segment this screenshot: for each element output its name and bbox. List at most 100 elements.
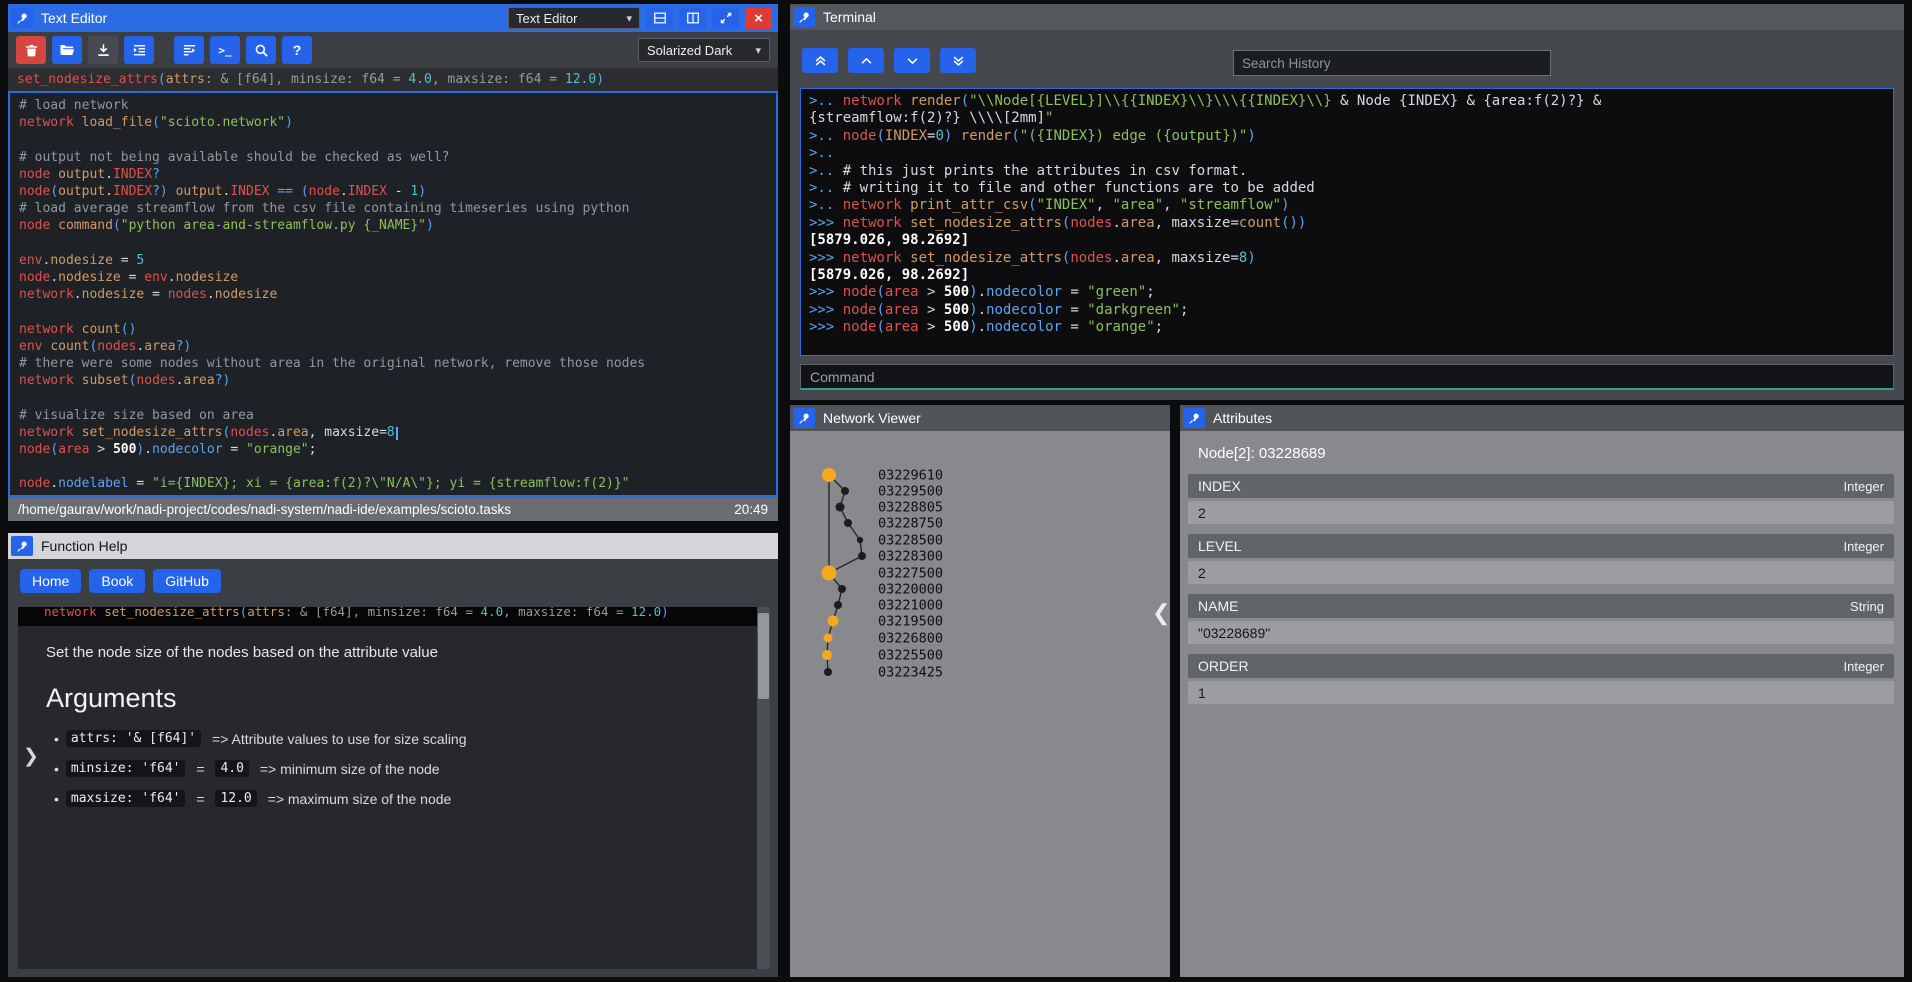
format-button[interactable] (174, 36, 204, 64)
network-node[interactable] (841, 487, 849, 495)
text-cursor (396, 427, 398, 440)
network-node[interactable] (858, 552, 866, 560)
attribute-value: "03228689" (1188, 621, 1894, 644)
help-collapse-button[interactable]: ❯ (23, 745, 39, 768)
search-history-input[interactable] (1233, 50, 1551, 76)
maximize-button[interactable] (712, 8, 739, 29)
network-node-label: 03229500 (878, 484, 943, 500)
editor-code[interactable]: # load networknetwork load_file("scioto.… (8, 91, 778, 497)
network-node[interactable] (824, 668, 832, 676)
help-nav: Home Book GitHub (8, 559, 778, 603)
search-button[interactable] (246, 36, 276, 64)
code-line: # load network (19, 97, 767, 114)
network-node[interactable] (834, 601, 842, 609)
scroll-top-button[interactable] (802, 48, 838, 73)
code-line (19, 303, 767, 320)
github-button[interactable]: GitHub (153, 569, 221, 593)
pin-button[interactable] (11, 8, 33, 28)
attribute-type: String (1850, 599, 1884, 614)
double-chevron-down-icon (951, 54, 966, 68)
network-node[interactable] (824, 634, 833, 643)
panel-title: Terminal (823, 9, 876, 25)
arg-description: => Attribute values to use for size scal… (208, 731, 466, 747)
network-node-label: 03223425 (878, 665, 943, 681)
help-button[interactable]: ? (282, 36, 312, 64)
terminal-line: >.. # this just prints the attributes in… (809, 163, 1885, 180)
code-line (19, 389, 767, 406)
scroll-bottom-button[interactable] (940, 48, 976, 73)
help-arg-item: •minsize: 'f64' = 4.0 => minimum size of… (54, 760, 770, 777)
collapse-attributes-button[interactable]: ❮ (1152, 600, 1170, 626)
window-select-value: Text Editor (516, 11, 577, 26)
attribute-name: INDEX (1198, 478, 1241, 494)
network-node[interactable] (838, 585, 846, 593)
scrollbar-thumb[interactable] (758, 613, 769, 699)
chevron-down-icon: ▾ (755, 44, 761, 57)
attribute-name-row: LEVELInteger (1188, 534, 1894, 558)
arg-code-chip: 12.0 (215, 790, 256, 807)
home-button[interactable]: Home (20, 569, 81, 593)
scroll-down-button[interactable] (894, 48, 930, 73)
delete-button[interactable] (16, 36, 46, 64)
bullet-icon: • (54, 791, 59, 807)
network-node[interactable] (844, 519, 852, 527)
arg-code-chip: attrs: '& [f64]' (66, 730, 201, 747)
chevron-down-icon: ▾ (626, 12, 632, 25)
scroll-up-button[interactable] (848, 48, 884, 73)
terminal-output[interactable]: >.. network render("\\Node[{LEVEL}]\\{{I… (800, 88, 1894, 356)
pin-button[interactable] (793, 7, 815, 27)
attribute-type: Integer (1844, 479, 1884, 494)
pin-button[interactable] (1183, 408, 1205, 428)
help-scrollbar[interactable] (757, 607, 770, 969)
network-node[interactable] (857, 537, 863, 543)
pin-button[interactable] (11, 536, 33, 556)
terminal-button[interactable]: >_ (210, 36, 240, 64)
pin-button[interactable] (793, 408, 815, 428)
indent-icon (132, 43, 147, 58)
arg-description: = (192, 761, 208, 777)
network-node[interactable] (836, 503, 845, 512)
attributes-panel: Attributes Node[2]: 03228689 INDEXIntege… (1180, 405, 1904, 977)
network-node-label: 03227500 (878, 566, 943, 582)
attribute-value: 2 (1188, 501, 1894, 524)
network-node-label: 03228300 (878, 549, 943, 565)
function-description: Set the node size of the nodes based on … (46, 644, 756, 661)
indent-button[interactable] (124, 36, 154, 64)
maximize-icon (719, 11, 733, 25)
split-horizontal-icon (653, 11, 667, 25)
search-icon (254, 43, 269, 58)
code-line: node output.INDEX? (19, 166, 767, 183)
command-input[interactable] (800, 364, 1894, 390)
attribute-value: 1 (1188, 681, 1894, 704)
split-horizontal-button[interactable] (646, 8, 673, 29)
network-node-label: 03228750 (878, 516, 943, 532)
attribute-name-row: ORDERInteger (1188, 654, 1894, 678)
open-file-button[interactable] (52, 36, 82, 64)
help-arg-item: •maxsize: 'f64' = 12.0 => maximum size o… (54, 790, 770, 807)
network-graph[interactable]: 0322961003229500032288050322875003228500… (790, 431, 1170, 977)
chevron-up-icon (859, 54, 874, 68)
attribute-name: NAME (1198, 598, 1238, 614)
code-line: # there were some nodes without area in … (19, 355, 767, 372)
terminal-controls (802, 48, 976, 73)
terminal-line: >>> node(area > 500).nodecolor = "darkgr… (809, 302, 1885, 319)
node-header: Node[2]: 03228689 (1198, 445, 1904, 462)
text-editor-panel: Text Editor Text Editor ▾ × (8, 4, 778, 521)
help-arg-item: •attrs: '& [f64]' => Attribute values to… (54, 730, 770, 747)
network-node[interactable] (822, 566, 837, 581)
network-node[interactable] (822, 650, 832, 660)
close-button[interactable]: × (745, 8, 772, 29)
theme-select[interactable]: Solarized Dark ▾ (638, 38, 770, 62)
terminal-line: >>> network set_nodesize_attrs(nodes.are… (809, 250, 1885, 267)
help-signature-line: network set_nodesize_attrs(attrs: & [f64… (18, 607, 757, 626)
network-node[interactable] (822, 468, 836, 482)
save-button[interactable] (88, 36, 118, 64)
network-node[interactable] (828, 616, 839, 627)
question-icon: ? (293, 42, 302, 58)
window-select[interactable]: Text Editor ▾ (508, 7, 640, 29)
network-node-label: 03228805 (878, 500, 943, 516)
split-vertical-button[interactable] (679, 8, 706, 29)
file-path: /home/gaurav/work/nadi-project/codes/nad… (18, 502, 511, 517)
book-button[interactable]: Book (89, 569, 145, 593)
terminal-line: >.. node(INDEX=0) render("({INDEX}) edge… (809, 128, 1885, 145)
